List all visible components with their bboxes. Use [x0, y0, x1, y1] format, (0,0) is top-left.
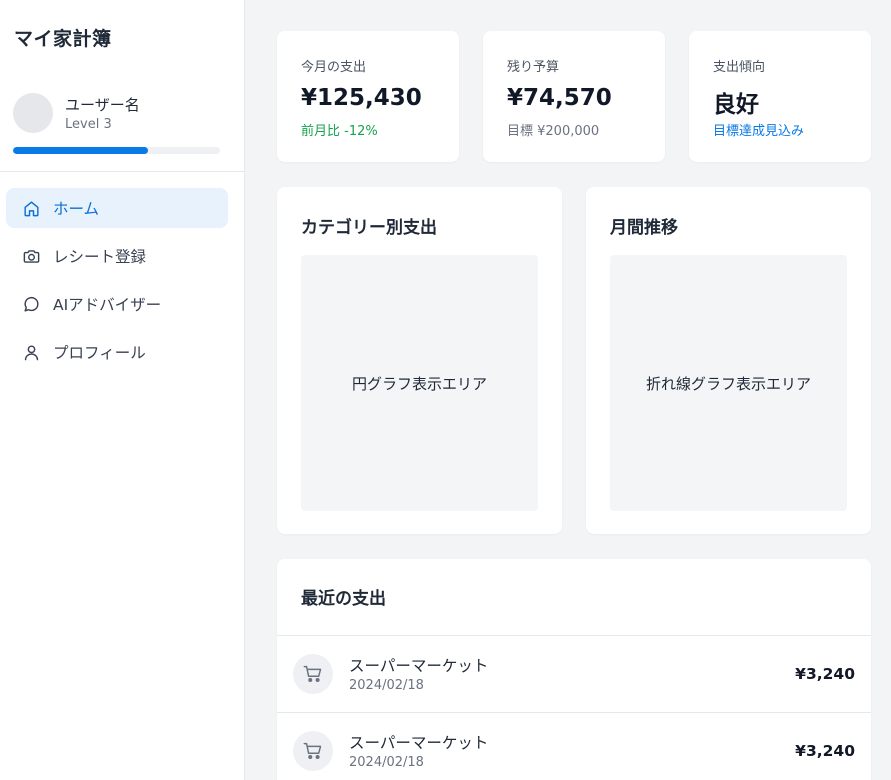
expense-name: スーパーマーケット [349, 734, 489, 752]
stat-label: 残り予算 [507, 60, 560, 75]
list-item[interactable]: スーパーマーケット 2024/02/18 ¥3,240 [277, 635, 871, 712]
sidebar-item-label: プロフィール [53, 344, 146, 362]
expense-amount: ¥3,240 [795, 665, 855, 683]
sidebar-item-receipt[interactable]: レシート登録 [6, 236, 228, 276]
sidebar-item-home[interactable]: ホーム [6, 188, 228, 228]
home-icon [21, 198, 41, 218]
expense-date: 2024/02/18 [349, 755, 424, 770]
sidebar-item-label: ホーム [53, 200, 100, 218]
stat-value: 良好 [713, 92, 759, 118]
expense-name: スーパーマーケット [349, 657, 489, 675]
chart-placeholder-text: 折れ線グラフ表示エリア [645, 374, 811, 393]
app-title: マイ家計簿 [14, 28, 112, 50]
list-item[interactable]: スーパーマーケット 2024/02/18 ¥3,240 [277, 712, 871, 780]
level-progress-bar [13, 147, 220, 154]
expense-list: スーパーマーケット 2024/02/18 ¥3,240 スーパーマーケット 20… [277, 635, 871, 780]
stat-budget-goal: 目標 ¥200,000 [507, 124, 600, 139]
expense-date: 2024/02/18 [349, 678, 424, 693]
chart-title: 月間推移 [610, 218, 678, 238]
sidebar-item-ai-advisor[interactable]: AIアドバイザー [6, 284, 228, 324]
sidebar: マイ家計簿 ユーザー名 Level 3 ホーム レシート登録 AIアドバイザー [0, 0, 245, 780]
user-level: Level 3 [65, 117, 112, 132]
sidebar-item-label: レシート登録 [53, 248, 147, 266]
category-chart-card: カテゴリー別支出 円グラフ表示エリア [277, 187, 562, 534]
user-profile[interactable]: ユーザー名 Level 3 [13, 93, 223, 154]
avatar[interactable] [13, 93, 53, 133]
sidebar-item-label: AIアドバイザー [53, 296, 162, 314]
camera-icon [21, 246, 41, 266]
stat-value: ¥74,570 [507, 85, 612, 111]
monthly-chart-card: 月間推移 折れ線グラフ表示エリア [586, 187, 871, 534]
stat-label: 支出傾向 [713, 60, 766, 75]
chart-placeholder-text: 円グラフ表示エリア [351, 374, 487, 393]
user-icon [21, 342, 41, 362]
shopping-cart-icon [293, 654, 333, 694]
sidebar-item-profile[interactable]: プロフィール [6, 332, 228, 372]
stat-change: 前月比 -12% [301, 124, 378, 139]
level-progress-fill [13, 147, 148, 154]
sidebar-nav: ホーム レシート登録 AIアドバイザー プロフィール [6, 188, 228, 380]
stat-card-remaining-budget: 残り予算 ¥74,570 目標 ¥200,000 [483, 31, 665, 162]
section-title: 最近の支出 [301, 589, 386, 609]
shopping-cart-icon [293, 731, 333, 771]
chat-bubble-icon [21, 294, 41, 314]
pie-chart-area: 円グラフ表示エリア [301, 255, 538, 511]
stat-value: ¥125,430 [301, 85, 422, 111]
recent-expenses-card: 最近の支出 スーパーマーケット 2024/02/18 ¥3,240 スーパーマー… [277, 559, 871, 780]
expense-amount: ¥3,240 [795, 742, 855, 760]
line-chart-area: 折れ線グラフ表示エリア [610, 255, 847, 511]
stat-trend-note: 目標達成見込み [713, 124, 805, 139]
stat-label: 今月の支出 [301, 60, 367, 75]
chart-title: カテゴリー別支出 [301, 218, 437, 238]
stat-card-spending-trend: 支出傾向 良好 目標達成見込み [689, 31, 871, 162]
sidebar-divider [0, 171, 244, 172]
user-name: ユーザー名 [65, 96, 140, 114]
stat-card-monthly-spending: 今月の支出 ¥125,430 前月比 -12% [277, 31, 459, 162]
